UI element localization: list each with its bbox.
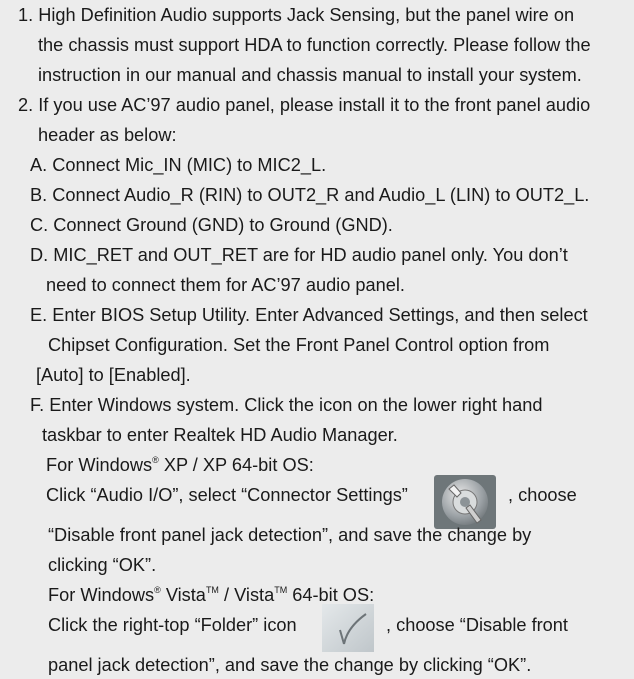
vista-heading-rest: 64-bit OS: <box>287 585 375 605</box>
step-e-line-1: E. Enter BIOS Setup Utility. Enter Advan… <box>30 305 588 325</box>
xp-instruction-line-3: clicking “OK”. <box>48 555 157 575</box>
item-1-line-1: 1. High Definition Audio supports Jack S… <box>18 5 575 25</box>
xp-heading-rest: XP / XP 64-bit OS: <box>158 455 314 475</box>
vista-instruction-choose: , choose “Disable front <box>386 615 568 635</box>
folder-icon <box>322 604 374 652</box>
xp-heading: For Windows® XP / XP 64-bit OS: <box>46 452 314 479</box>
xp-instruction-text: Click “Audio I/O”, select “Connector Set… <box>46 485 408 505</box>
vista-heading-vista: Vista <box>160 585 206 605</box>
step-a: A. Connect Mic_IN (MIC) to MIC2_L. <box>30 155 327 175</box>
vista-heading-text: For Windows <box>48 585 155 605</box>
xp-instruction-choose: , choose <box>508 485 577 505</box>
step-e-line-3: [Auto] to [Enabled]. <box>36 365 191 385</box>
step-f-line-1: F. Enter Windows system. Click the icon … <box>30 395 543 415</box>
xp-instruction-line-2: “Disable front panel jack detection”, an… <box>48 525 532 545</box>
connector-settings-icon <box>434 475 496 529</box>
step-c: C. Connect Ground (GND) to Ground (GND). <box>30 215 393 235</box>
trademark-mark: TM <box>274 584 288 595</box>
step-b: B. Connect Audio_R (RIN) to OUT2_R and A… <box>30 185 590 205</box>
vista-instruction-line-1: Click the right-top “Folder” icon <box>48 615 297 635</box>
step-f-line-2: taskbar to enter Realtek HD Audio Manage… <box>42 425 398 445</box>
item-1-line-3: instruction in our manual and chassis ma… <box>38 65 582 85</box>
trademark-mark: TM <box>205 584 219 595</box>
item-1-line-2: the chassis must support HDA to function… <box>38 35 591 55</box>
vista-heading-vista-2: / Vista <box>218 585 275 605</box>
step-e-line-2: Chipset Configuration. Set the Front Pan… <box>48 335 550 355</box>
item-2-line-1: 2. If you use AC’97 audio panel, please … <box>18 95 591 115</box>
item-2-line-2: header as below: <box>38 125 177 145</box>
xp-heading-text: For Windows <box>46 455 153 475</box>
registered-mark: ® <box>154 584 161 595</box>
step-d-line-1: D. MIC_RET and OUT_RET are for HD audio … <box>30 245 568 265</box>
registered-mark: ® <box>152 454 159 465</box>
step-d-line-2: need to connect them for AC’97 audio pan… <box>46 275 405 295</box>
xp-instruction-line-1: Click “Audio I/O”, select “Connector Set… <box>46 482 408 509</box>
